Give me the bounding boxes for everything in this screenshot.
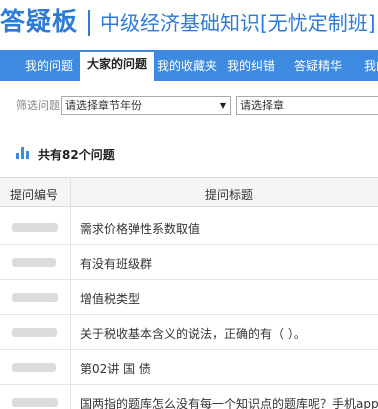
brand-logo: 答疑板 (0, 7, 79, 36)
question-title-link[interactable]: 增值税类型 (80, 290, 140, 307)
tab-my-favorites[interactable]: 我的收藏夹 (154, 56, 220, 81)
tab-my-questions[interactable]: 我的问题 (18, 56, 80, 81)
table-row[interactable]: 第02讲 国 债 (0, 350, 378, 385)
year-select[interactable]: 请选择章节年份 ▼ (61, 96, 231, 115)
tab-qa-highlights[interactable]: 答疑精华 (288, 56, 348, 81)
bar-chart-icon (16, 147, 30, 159)
table-row[interactable]: 需求价格弹性系数取值 (0, 210, 378, 245)
chapter-select-value: 请选择章 (240, 99, 284, 112)
question-id-blurred (12, 363, 56, 372)
course-title: 中级经济基础知识[无忧定制班] (100, 11, 376, 35)
header-divider (88, 10, 90, 36)
filter-label: 筛选问题 (16, 99, 60, 112)
question-title-link[interactable]: 有没有班级群 (80, 255, 152, 272)
year-select-value: 请选择章节年份 (65, 99, 142, 112)
question-title-link[interactable]: 关于税收基本含义的说法，正确的有（ ）。 (80, 325, 306, 342)
tab-bar: 我的问题 大家的问题 我的收藏夹 我的纠错 答疑精华 我的 (0, 50, 378, 81)
table-row[interactable]: 关于税收基本含义的说法，正确的有（ ）。 (0, 315, 378, 350)
tab-my-more[interactable]: 我的 (356, 56, 378, 81)
table-row[interactable]: 有没有班级群 (0, 245, 378, 280)
question-summary: 共有82个问题 (0, 140, 378, 170)
table-row[interactable]: 增值税类型 (0, 280, 378, 315)
question-title-link[interactable]: 第02讲 国 债 (80, 360, 151, 377)
question-id-blurred (12, 223, 58, 232)
table-row[interactable]: 国两指的题库怎么没有每一个知识点的题库呢？手机app端 (0, 385, 378, 409)
filter-bar: 筛选问题 请选择章节年份 ▼ 请选择章 (0, 88, 378, 124)
header-question-id: 提问编号 (10, 188, 59, 202)
question-id-blurred (12, 398, 58, 407)
tab-my-corrections[interactable]: 我的纠错 (222, 56, 280, 81)
dropdown-arrow-icon: ▼ (219, 101, 226, 110)
question-id-blurred (12, 328, 57, 337)
tab-all-questions[interactable]: 大家的问题 (80, 52, 154, 81)
chapter-select[interactable]: 请选择章 (236, 96, 378, 115)
question-count: 共有82个问题 (38, 148, 115, 162)
question-title-link[interactable]: 需求价格弹性系数取值 (80, 220, 200, 237)
question-title-link[interactable]: 国两指的题库怎么没有每一个知识点的题库呢？手机app端 (80, 395, 378, 409)
header: 答疑板 中级经济基础知识[无忧定制班] (0, 0, 378, 48)
table-header: 提问编号 提问标题 (0, 177, 378, 207)
header-question-title: 提问标题 (205, 188, 254, 202)
question-id-blurred (12, 293, 58, 302)
question-id-blurred (12, 258, 56, 267)
